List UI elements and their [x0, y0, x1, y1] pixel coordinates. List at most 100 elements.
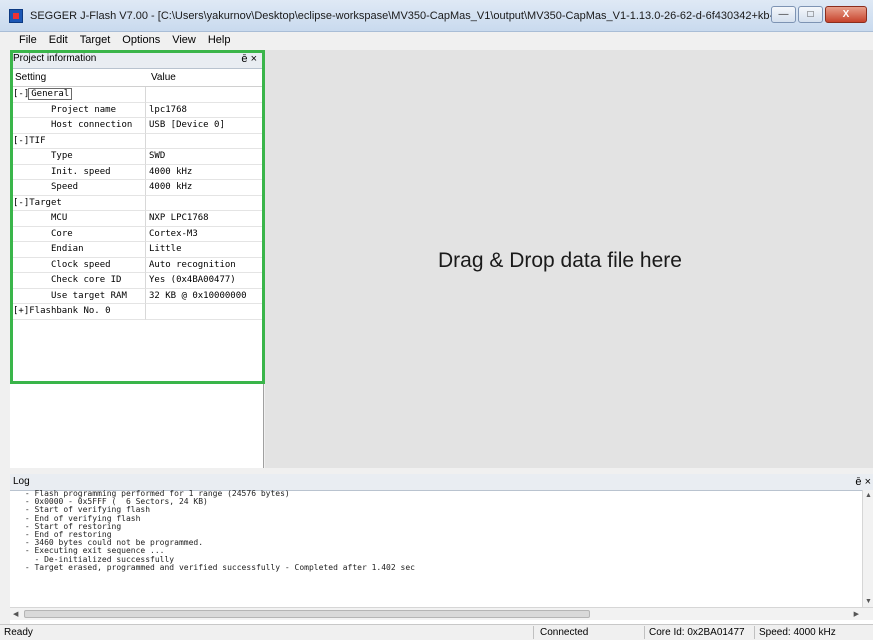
scroll-up-arrow-icon[interactable]: ▲: [865, 492, 872, 499]
scroll-left-arrow-icon[interactable]: ◀: [13, 610, 18, 618]
setting-label: MCU: [51, 213, 68, 223]
log-float-close-icons[interactable]: ē ×: [855, 474, 871, 490]
log-panel-title: Log: [13, 476, 30, 487]
property-row[interactable]: Clock speed Auto recognition: [13, 257, 262, 273]
setting-cell[interactable]: Type: [13, 149, 146, 165]
value-cell[interactable]: Cortex-M3: [146, 227, 262, 242]
setting-cell[interactable]: Host connection: [13, 118, 146, 134]
setting-cell[interactable]: Speed: [13, 180, 146, 196]
value-cell[interactable]: [146, 87, 262, 103]
value-cell[interactable]: 32 KB @ 0x10000000: [146, 289, 262, 304]
property-row[interactable]: Project name lpc1768: [13, 102, 262, 118]
value-cell[interactable]: lpc1768: [146, 103, 262, 118]
status-separator: [754, 626, 755, 639]
property-row[interactable]: Host connection USB [Device 0]: [13, 118, 262, 134]
menu-help[interactable]: Help: [208, 32, 231, 48]
status-separator: [644, 626, 645, 639]
value-cell[interactable]: [146, 196, 262, 211]
status-text: Ready: [4, 627, 33, 638]
setting-cell[interactable]: [-]Target: [13, 195, 146, 211]
setting-cell[interactable]: Project name: [13, 102, 146, 118]
value-cell[interactable]: NXP LPC1768: [146, 211, 262, 227]
setting-cell[interactable]: Init. speed: [13, 164, 146, 180]
value-cell[interactable]: 4000 kHz: [146, 180, 262, 196]
scroll-right-arrow-icon[interactable]: ▶: [854, 610, 859, 618]
value-cell[interactable]: Little: [146, 242, 262, 258]
project-information-panel: Project information ē × Setting Value [-…: [10, 50, 264, 468]
setting-cell[interactable]: MCU: [13, 211, 146, 227]
log-line: - End of verifying flash: [20, 513, 141, 523]
setting-cell[interactable]: Clock speed: [13, 257, 146, 273]
value-cell[interactable]: Yes (0x4BA00477): [146, 273, 262, 289]
value-cell[interactable]: 4000 kHz: [146, 165, 262, 180]
value-cell[interactable]: Auto recognition: [146, 258, 262, 273]
setting-cell[interactable]: [-]TIF: [13, 133, 146, 149]
property-row[interactable]: MCU NXP LPC1768: [13, 211, 262, 227]
log-line: - Start of restoring: [20, 521, 122, 531]
value-cell[interactable]: SWD: [146, 149, 262, 165]
setting-label: Core: [51, 228, 73, 239]
core-id-status: Core Id: 0x2BA01477: [649, 627, 745, 638]
title-bar: SEGGER J-Flash V7.00 - [C:\Users\yakurno…: [0, 0, 873, 32]
value-cell[interactable]: [146, 304, 262, 320]
setting-label: Host connection: [51, 120, 133, 130]
log-line: - Target erased, programmed and verified…: [20, 562, 415, 572]
expand-toggle-icon[interactable]: [-]: [13, 87, 29, 102]
menu-view[interactable]: View: [172, 32, 196, 48]
setting-cell[interactable]: Endian: [13, 242, 146, 258]
close-button[interactable]: X: [825, 6, 867, 23]
property-grid: Setting Value [-] General Project name lpc1…: [13, 70, 262, 320]
property-rows: [-] General Project name lpc1768 Host connec…: [13, 87, 262, 320]
value-cell[interactable]: USB [Device 0]: [146, 118, 262, 134]
setting-cell[interactable]: Use target RAM: [13, 288, 146, 304]
log-vertical-scrollbar[interactable]: ▲ ▼: [862, 490, 873, 607]
log-line: - Start of verifying flash: [20, 505, 151, 515]
setting-cell[interactable]: [-] General: [13, 87, 146, 103]
property-group-row[interactable]: [-] General: [13, 87, 262, 103]
menu-file[interactable]: File: [19, 32, 37, 48]
property-row[interactable]: Init. speed 4000 kHz: [13, 164, 262, 180]
log-panel: Log ē × - Flash programming performed fo…: [10, 474, 873, 624]
property-group-row[interactable]: [+]Flashbank No. 0: [13, 304, 262, 320]
property-row[interactable]: Endian Little: [13, 242, 262, 258]
speed-status: Speed: 4000 kHz: [759, 627, 836, 638]
property-group-row[interactable]: [-]TIF: [13, 133, 262, 149]
data-file-drop-area[interactable]: Drag & Drop data file here: [265, 50, 873, 468]
minimize-button[interactable]: —: [771, 6, 796, 23]
scroll-down-arrow-icon[interactable]: ▼: [865, 598, 872, 605]
setting-cell[interactable]: Check core ID: [13, 273, 146, 289]
property-row[interactable]: Type SWD: [13, 149, 262, 165]
segger-app-icon[interactable]: [9, 9, 23, 23]
setting-column-header[interactable]: Setting: [13, 70, 148, 86]
status-bar: Ready Connected Core Id: 0x2BA01477 Spee…: [0, 624, 873, 639]
setting-label: Target: [29, 197, 62, 208]
property-group-row[interactable]: [-]Target: [13, 195, 262, 211]
project-panel-header: Project information ē ×: [10, 50, 263, 69]
setting-label: Type: [51, 151, 73, 161]
horizontal-scroll-thumb[interactable]: [24, 610, 590, 618]
connection-status: Connected: [540, 627, 589, 638]
expand-toggle-icon[interactable]: [+]: [13, 304, 29, 319]
property-grid-header: Setting Value: [13, 70, 262, 87]
value-cell[interactable]: [146, 134, 262, 149]
value-column-header[interactable]: Value: [148, 70, 262, 86]
setting-label: Flashbank No. 0: [29, 306, 111, 316]
log-output: - Flash programming performed for 1 rang…: [20, 490, 850, 604]
property-row[interactable]: Use target RAM 32 KB @ 0x10000000: [13, 288, 262, 304]
property-row[interactable]: Core Cortex-M3: [13, 226, 262, 242]
property-row[interactable]: Speed 4000 kHz: [13, 180, 262, 196]
status-separator: [533, 626, 534, 639]
expand-toggle-icon[interactable]: [-]: [13, 134, 29, 149]
log-horizontal-scrollbar[interactable]: ◀ ▶: [10, 607, 873, 620]
setting-cell[interactable]: Core: [13, 226, 146, 242]
menu-edit[interactable]: Edit: [49, 32, 68, 48]
window-controls: — □ X: [771, 6, 867, 23]
setting-label: Init. speed: [51, 166, 111, 177]
setting-cell[interactable]: [+]Flashbank No. 0: [13, 304, 146, 320]
property-row[interactable]: Check core ID Yes (0x4BA00477): [13, 273, 262, 289]
maximize-button[interactable]: □: [798, 6, 823, 23]
panel-float-close-icons[interactable]: ē ×: [241, 50, 257, 68]
expand-toggle-icon[interactable]: [-]: [13, 196, 29, 211]
menu-target[interactable]: Target: [80, 32, 111, 48]
menu-options[interactable]: Options: [122, 32, 160, 48]
